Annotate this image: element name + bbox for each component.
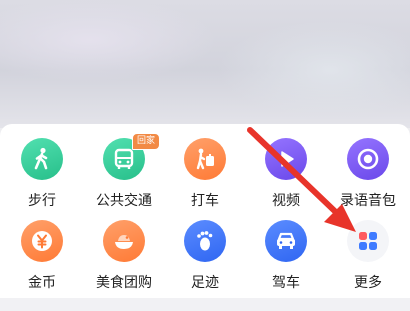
service-taxi[interactable]: 打车 <box>165 138 245 210</box>
yuan-coin-icon <box>21 220 63 262</box>
service-gold-coins[interactable]: 金币 <box>2 220 82 292</box>
bottom-strip <box>0 298 410 311</box>
service-label: 金币 <box>28 275 56 291</box>
service-video[interactable]: 视频 <box>246 138 326 210</box>
play-video-icon <box>265 138 307 180</box>
go-home-badge: 回家 <box>132 133 161 150</box>
service-label: 步行 <box>28 193 56 209</box>
service-walking[interactable]: 步行 <box>2 138 82 210</box>
car-icon <box>265 220 307 262</box>
service-driving[interactable]: 驾车 <box>246 220 326 292</box>
service-label: 打车 <box>191 193 219 209</box>
service-footprints[interactable]: 足迹 <box>165 220 245 292</box>
service-label: 更多 <box>354 275 382 291</box>
service-label: 录语音包 <box>340 193 396 209</box>
service-more[interactable]: 更多 <box>328 220 408 292</box>
map-background <box>0 0 410 128</box>
footprint-icon <box>184 220 226 262</box>
taxi-passenger-icon <box>184 138 226 180</box>
record-icon <box>347 138 389 180</box>
service-label: 驾车 <box>272 275 300 291</box>
service-record-voice-pack[interactable]: 录语音包 <box>328 138 408 210</box>
food-bowl-icon <box>103 220 145 262</box>
walking-person-icon <box>21 138 63 180</box>
service-public-transit[interactable]: 回家 公共交通 <box>84 133 164 210</box>
service-food-deals[interactable]: 美食团购 <box>84 220 164 292</box>
four-dots-grid-icon <box>347 220 389 262</box>
service-label: 足迹 <box>191 275 219 291</box>
service-label: 视频 <box>272 193 300 209</box>
service-label: 公共交通 <box>96 193 152 209</box>
service-label: 美食团购 <box>96 275 152 291</box>
